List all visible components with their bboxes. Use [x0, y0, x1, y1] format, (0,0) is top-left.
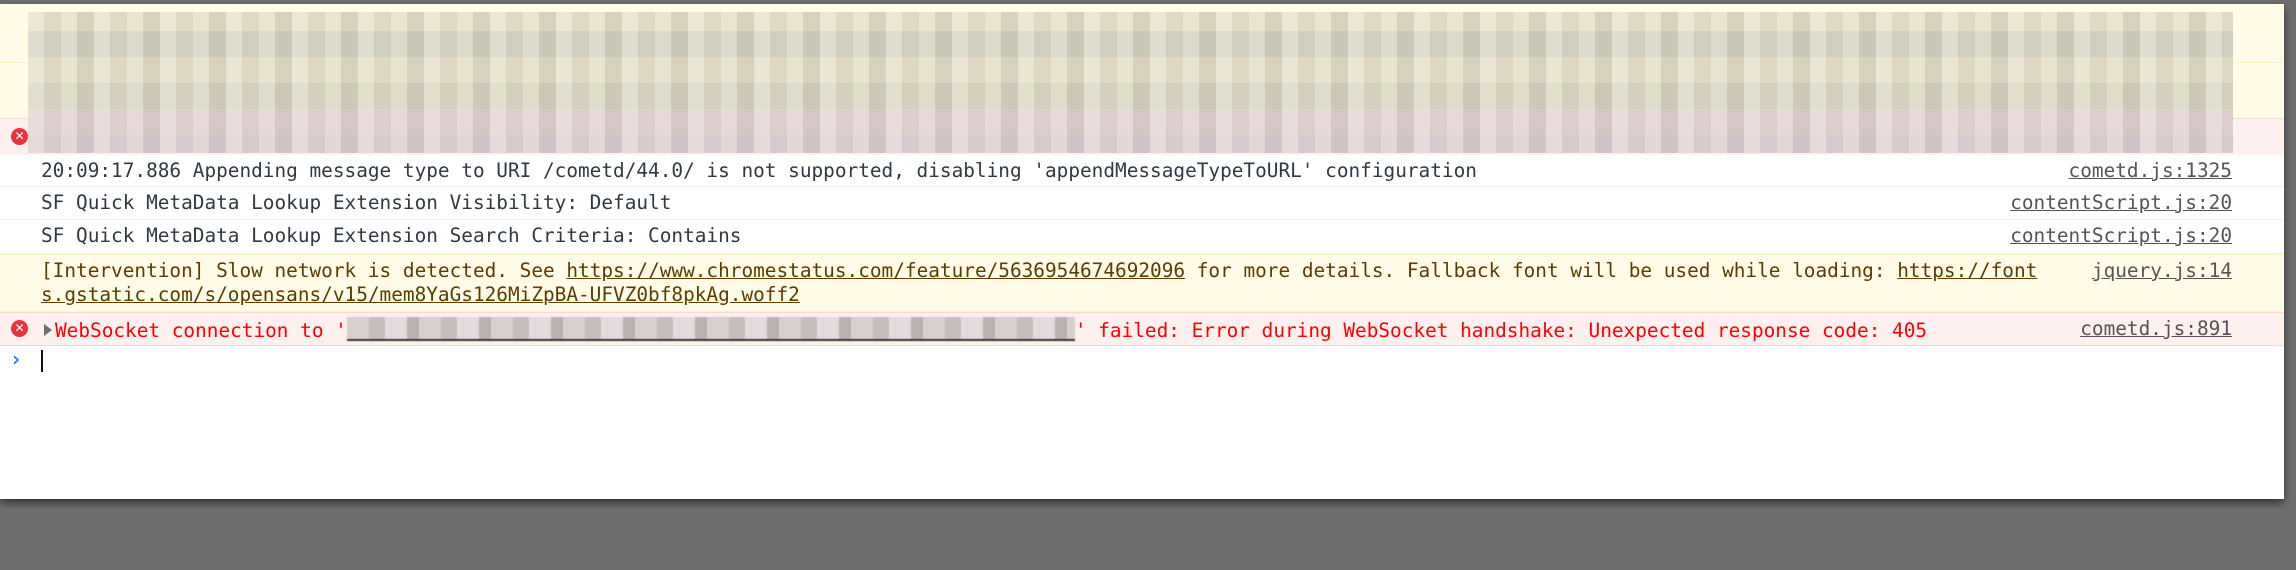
- prompt-chevron-icon: ›: [12, 347, 21, 371]
- source-link[interactable]: cometd.js:891: [2080, 317, 2232, 341]
- source-link[interactable]: cometd.js:1325: [2069, 159, 2232, 183]
- expand-triangle-icon[interactable]: [44, 324, 52, 336]
- console-log-row: SF Quick MetaData Lookup Extension Visib…: [0, 187, 2284, 220]
- error-message: WebSocket connection to ' ' failed: Error…: [44, 317, 1927, 343]
- console-input[interactable]: [41, 346, 2232, 376]
- text-caret: [41, 350, 43, 372]
- console-log-row: SF Quick MetaData Lookup Extension Searc…: [0, 220, 2284, 254]
- font-url-link-continued[interactable]: s.gstatic.com/s/opensans/v15/mem8YaGs126…: [41, 283, 800, 306]
- source-link[interactable]: contentScript.js:20: [2010, 191, 2232, 215]
- console-prompt: ›: [0, 346, 2284, 376]
- font-url-link[interactable]: https://font: [1897, 259, 2037, 282]
- error-icon: ✕: [11, 320, 28, 337]
- log-message: 20:09:17.886 Appending message type to U…: [41, 159, 1477, 182]
- redacted-websocket-url: [346, 317, 1075, 341]
- console-error-row: ✕ WebSocket connection to ' ' failed: Err…: [0, 312, 2284, 346]
- chromestatus-link[interactable]: https://www.chromestatus.com/feature/563…: [566, 259, 1185, 282]
- source-link[interactable]: jquery.js:14: [2092, 259, 2232, 283]
- source-link[interactable]: contentScript.js:20: [2010, 224, 2232, 248]
- error-icon: ✕: [11, 128, 28, 145]
- warning-message: [Intervention] Slow network is detected.…: [41, 259, 2038, 306]
- console-log-row: 20:09:17.886 Appending message type to U…: [0, 155, 2284, 187]
- console-warning-row: [Intervention] Slow network is detected.…: [0, 254, 2284, 312]
- log-message: SF Quick MetaData Lookup Extension Visib…: [41, 191, 672, 214]
- devtools-console-panel: ✕ 20:09:17.886 Appending message type to…: [0, 4, 2284, 499]
- redacted-content-block: [28, 12, 2233, 153]
- log-message: SF Quick MetaData Lookup Extension Searc…: [41, 224, 742, 247]
